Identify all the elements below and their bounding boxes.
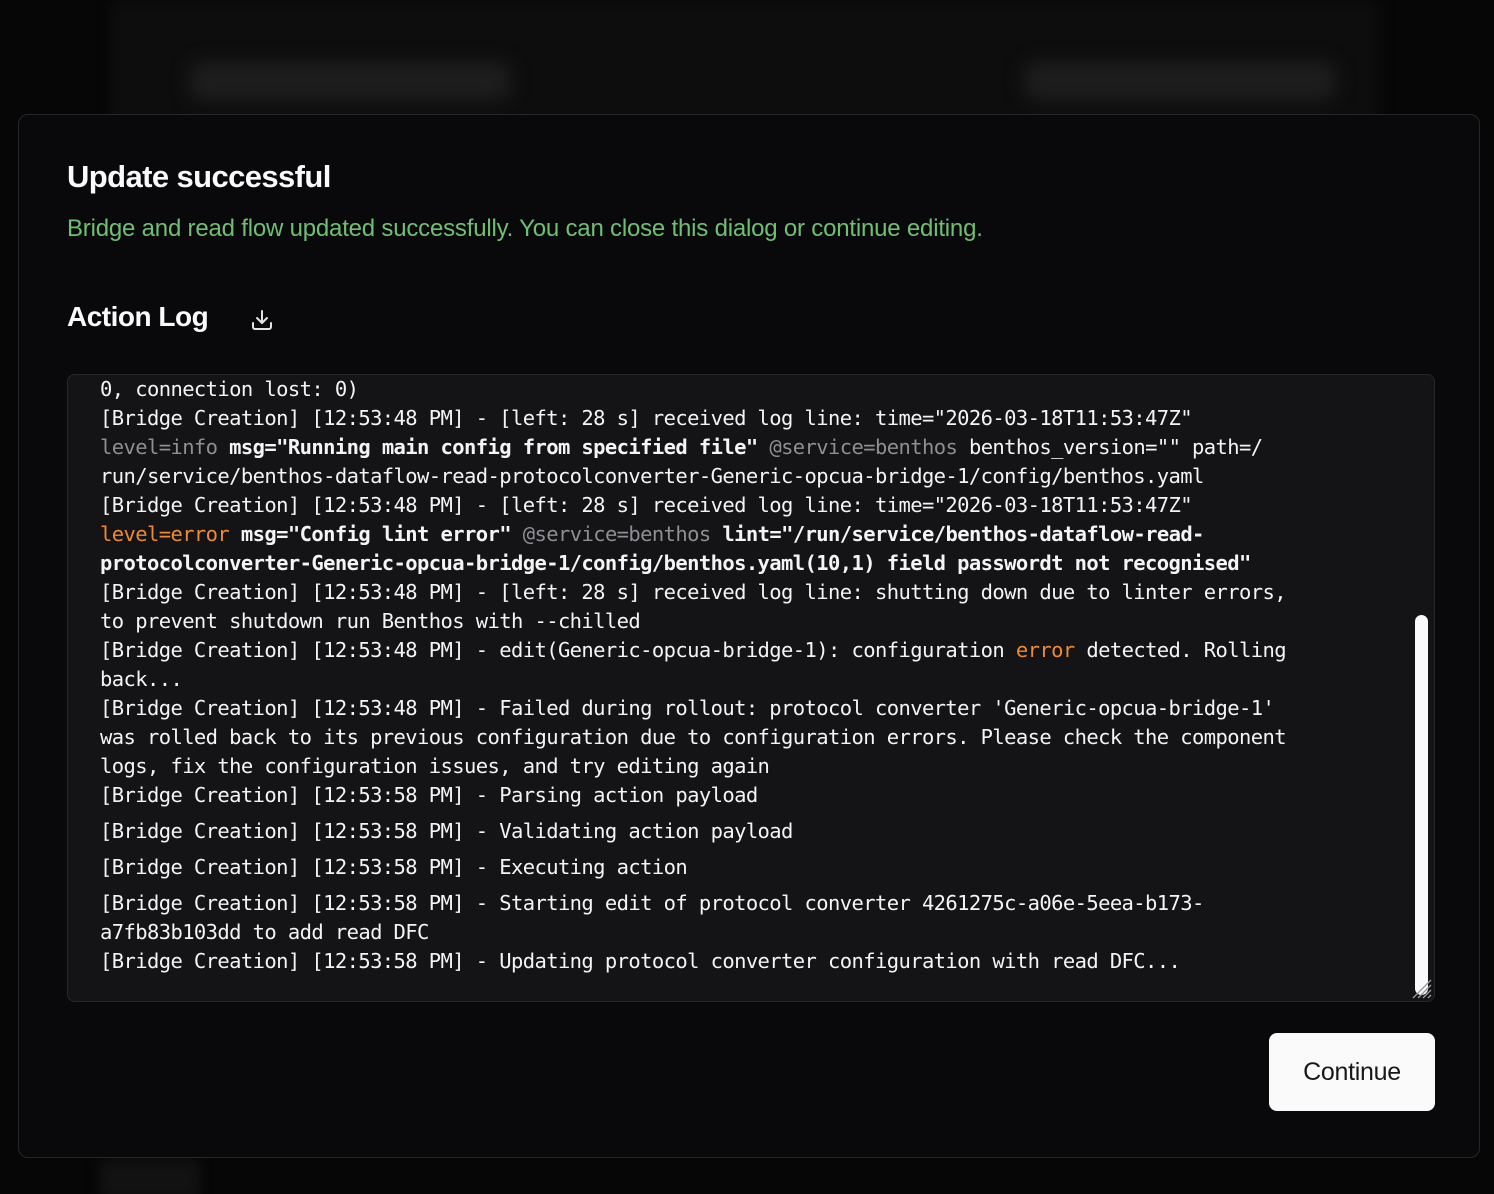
log-line: logs, fix the configuration issues, and … xyxy=(100,754,770,778)
log-msg: msg="Running main config from specified … xyxy=(229,435,758,459)
log-level-info: level=info xyxy=(100,435,218,459)
continue-button[interactable]: Continue xyxy=(1269,1033,1435,1111)
log-line: protocolconverter-Generic-opcua-bridge-1… xyxy=(100,551,1251,575)
log-line: was rolled back to its previous configur… xyxy=(100,725,1287,749)
resize-grip-icon[interactable] xyxy=(1410,977,1432,999)
log-level-error: level=error xyxy=(100,522,230,546)
action-log-content: 0, connection lost: 0) [Bridge Creation]… xyxy=(100,375,1368,976)
log-msg: msg="Config lint error" xyxy=(240,522,512,546)
log-fields: benthos_version="" path=/ xyxy=(968,435,1263,459)
action-log-textarea[interactable]: 0, connection lost: 0) [Bridge Creation]… xyxy=(67,374,1435,1002)
log-line: level=error msg="Config lint error" @ser… xyxy=(100,520,1368,549)
background-blurred-heading xyxy=(190,62,510,100)
background-blurred-element xyxy=(100,1160,200,1194)
download-icon xyxy=(252,310,272,330)
log-line: a7fb83b103dd to add read DFC xyxy=(100,920,429,944)
log-line: [Bridge Creation] [12:53:58 PM] - Updati… xyxy=(100,949,1181,973)
log-service: @service=benthos xyxy=(522,522,711,546)
dialog-title: Update successful xyxy=(67,159,331,194)
log-line: [Bridge Creation] [12:53:58 PM] - Starti… xyxy=(100,891,1204,915)
log-text: [Bridge Creation] [12:53:48 PM] - edit(G… xyxy=(100,638,1005,662)
log-line: [Bridge Creation] [12:53:58 PM] - Execut… xyxy=(100,855,688,879)
dialog-success-message: Bridge and read flow updated successfull… xyxy=(67,215,983,242)
log-line: [Bridge Creation] [12:53:48 PM] - [left:… xyxy=(100,580,1287,604)
log-line: [Bridge Creation] [12:53:48 PM] - edit(G… xyxy=(100,636,1368,665)
log-scrollbar[interactable] xyxy=(1415,615,1428,995)
log-line: [Bridge Creation] [12:53:48 PM] - [left:… xyxy=(100,406,1193,430)
log-line: to prevent shutdown run Benthos with --c… xyxy=(100,609,641,633)
update-dialog: Update successful Bridge and read flow u… xyxy=(18,114,1480,1158)
log-line: level=info msg="Running main config from… xyxy=(100,433,1368,462)
download-log-button[interactable] xyxy=(245,303,279,337)
log-line: back... xyxy=(100,667,183,691)
log-line: 0, connection lost: 0) xyxy=(100,377,359,401)
log-line: [Bridge Creation] [12:53:48 PM] - [left:… xyxy=(100,493,1193,517)
log-line: run/service/benthos-dataflow-read-protoc… xyxy=(100,464,1204,488)
log-service: @service=benthos xyxy=(769,435,958,459)
background-blurred-action xyxy=(1025,62,1335,100)
log-text: detected. Rolling xyxy=(1086,638,1286,662)
action-log-heading: Action Log xyxy=(67,301,209,332)
log-line: [Bridge Creation] [12:53:58 PM] - Valida… xyxy=(100,819,793,843)
log-error-word: error xyxy=(1015,638,1075,662)
log-line: [Bridge Creation] [12:53:48 PM] - Failed… xyxy=(100,696,1275,720)
log-line: [Bridge Creation] [12:53:58 PM] - Parsin… xyxy=(100,783,758,807)
log-lint: lint="/run/service/benthos-dataflow-read… xyxy=(722,522,1204,546)
